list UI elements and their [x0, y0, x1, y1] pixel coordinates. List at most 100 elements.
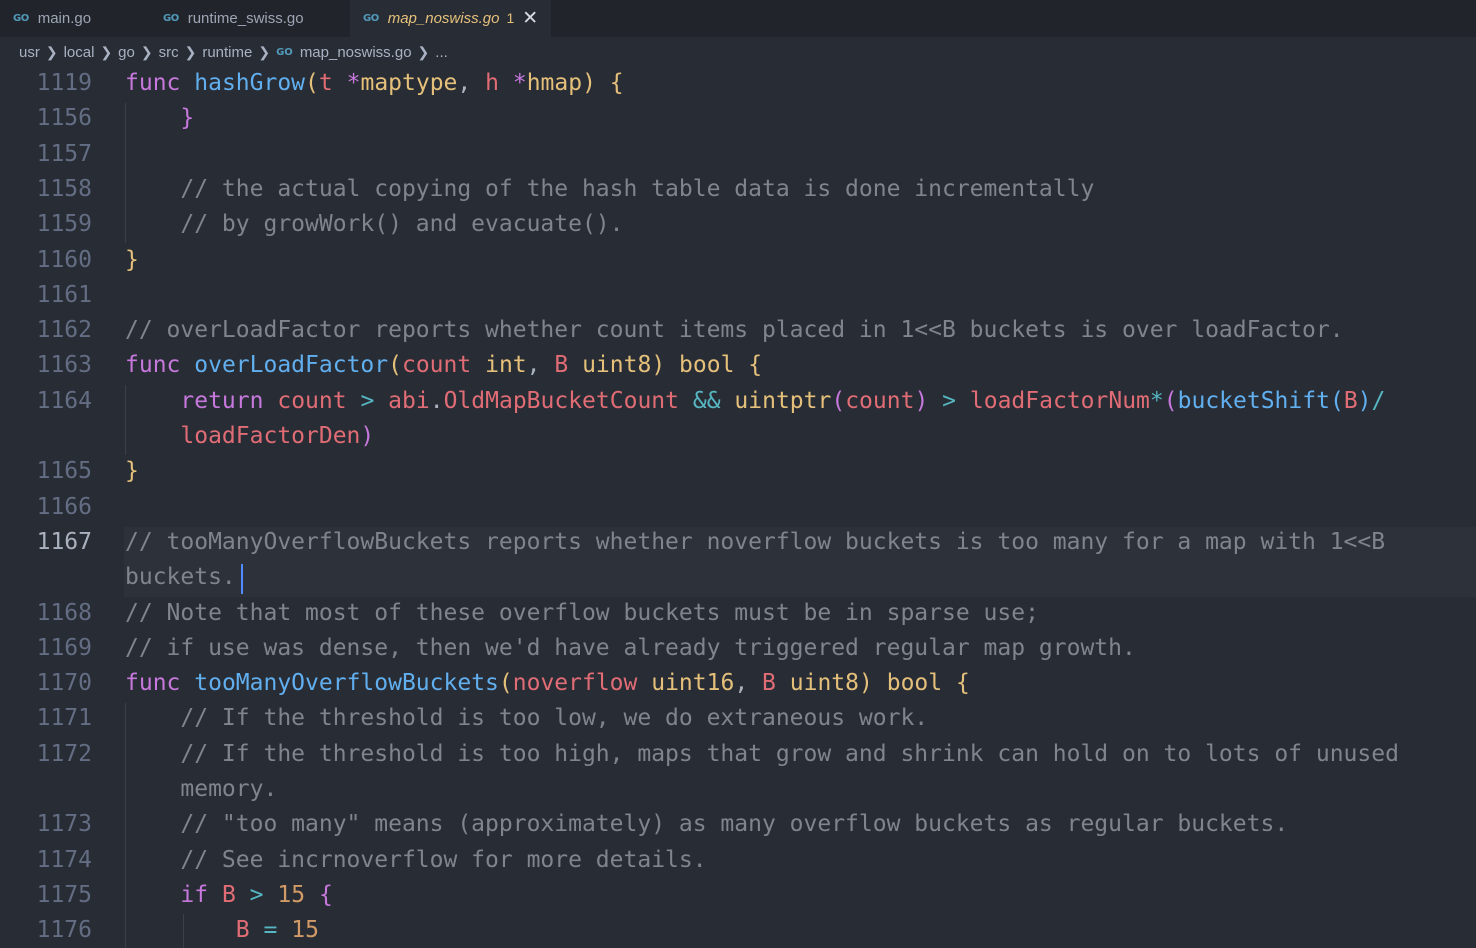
line-number: 1171	[36, 705, 92, 731]
code-line[interactable]: 1166	[0, 490, 1476, 525]
code-text: func overLoadFactor(count int, B uint8) …	[125, 348, 762, 383]
code-token: >	[360, 388, 375, 414]
code-token: >	[942, 388, 957, 414]
code-text: // by growWork() and evacuate().	[125, 207, 624, 242]
line-number: 1158	[36, 176, 92, 202]
code-text: // tooManyOverflowBuckets reports whethe…	[125, 525, 1385, 560]
code-token: *	[346, 70, 361, 96]
breadcrumb-item[interactable]: local	[64, 44, 95, 61]
breadcrumb-item[interactable]: src	[159, 44, 179, 61]
line-number: 1156	[36, 105, 92, 131]
code-line[interactable]: 1173 // "too many" means (approximately)…	[0, 807, 1476, 842]
code-line[interactable]: 1169 // if use was dense, then we'd have …	[0, 631, 1476, 666]
code-line[interactable]: 1157	[0, 137, 1476, 172]
code-line[interactable]: 1160}	[0, 243, 1476, 278]
code-line[interactable]: memory.	[0, 772, 1476, 807]
code-line[interactable]: 1170 func tooManyOverflowBuckets(noverflo…	[0, 666, 1476, 701]
line-number: 1174	[36, 847, 92, 873]
code-token: // "too many" means (approximately) as m…	[180, 811, 1289, 837]
code-line[interactable]: 1119 func hashGrow(t *maptype, h *hmap) {	[0, 66, 1476, 101]
code-token: )	[360, 423, 375, 449]
code-line[interactable]: 1158 // the actual copying of the hash t…	[0, 172, 1476, 207]
code-token: (	[1163, 388, 1178, 414]
code-token: &&	[692, 388, 721, 414]
code-token: // Note that most of these overflow buck…	[125, 600, 1039, 626]
problem-count-badge: 1	[506, 10, 515, 26]
code-token: tooManyOverflowBuckets	[194, 670, 499, 696]
breadcrumb-item[interactable]: go	[118, 44, 135, 61]
code-text: B = 15	[125, 913, 319, 948]
code-token: if	[180, 882, 209, 908]
tab-runtime-swiss-go[interactable]: GO runtime_swiss.go	[150, 0, 350, 37]
code-line[interactable]: 1175 if B > 15 {	[0, 878, 1476, 913]
code-line[interactable]: 1162 // overLoadFactor reports whether co…	[0, 313, 1476, 348]
code-token: B	[221, 882, 236, 908]
close-icon[interactable]: ✕	[522, 9, 538, 28]
tab-label: map_noswiss.go	[387, 9, 500, 27]
code-token: // by growWork() and evacuate().	[180, 211, 624, 237]
code-token: )	[1357, 388, 1372, 414]
code-line[interactable]: 1159 // by growWork() and evacuate().	[0, 207, 1476, 242]
code-editor[interactable]: 1119 func hashGrow(t *maptype, h *hmap) {…	[0, 67, 1476, 948]
code-token: uint16	[651, 670, 735, 696]
code-line[interactable]: 1172 // If the threshold is too high, ma…	[0, 737, 1476, 772]
code-token: bool	[886, 670, 943, 696]
breadcrumb-file[interactable]: map_noswiss.go	[300, 44, 412, 61]
code-line[interactable]: 1164 return count > abi.OldMapBucketCoun…	[0, 384, 1476, 419]
code-token: uint8	[789, 670, 859, 696]
code-token: bool	[679, 352, 735, 378]
chevron-right-icon: ❯	[258, 43, 271, 60]
code-token: // if use was dense, then we'd have alre…	[125, 635, 1136, 661]
code-token: )	[651, 352, 666, 378]
line-number: 1172	[36, 741, 92, 767]
line-number: 1157	[36, 141, 92, 167]
chevron-right-icon: ❯	[140, 43, 153, 60]
code-text: // If the threshold is too low, we do ex…	[125, 701, 928, 736]
code-line[interactable]: 1163 func overLoadFactor(count int, B uin…	[0, 348, 1476, 383]
breadcrumb-item[interactable]: usr	[19, 44, 40, 61]
code-line[interactable]: 1156 }	[0, 101, 1476, 136]
breadcrumb-symbol[interactable]: ...	[435, 44, 448, 61]
code-line[interactable]: 1171 // If the threshold is too low, we …	[0, 701, 1476, 736]
code-token: *	[512, 70, 527, 96]
code-text: // If the threshold is too high, maps th…	[125, 737, 1399, 772]
tab-map-noswiss-go[interactable]: GO map_noswiss.go 1 ✕	[350, 0, 551, 37]
code-line[interactable]: 1167 // tooManyOverflowBuckets reports wh…	[0, 525, 1476, 560]
code-line[interactable]: loadFactorDen)	[0, 419, 1476, 454]
code-text: // if use was dense, then we'd have alre…	[125, 631, 1136, 666]
code-token: {	[748, 352, 763, 378]
tab-main-go[interactable]: GO main.go	[0, 0, 150, 37]
go-file-icon: GO	[163, 13, 179, 24]
code-line[interactable]: 1161	[0, 278, 1476, 313]
code-line[interactable]: 1176 B = 15	[0, 913, 1476, 948]
code-line[interactable]: 1165}	[0, 454, 1476, 489]
code-token: (	[498, 670, 513, 696]
code-line[interactable]: buckets.	[0, 560, 1476, 595]
line-number: 1161	[36, 282, 92, 308]
line-number: 1164	[36, 388, 92, 414]
code-line[interactable]: 1168 // Note that most of these overflow …	[0, 596, 1476, 631]
code-token: B	[235, 917, 250, 943]
text-cursor	[241, 564, 243, 594]
breadcrumb-item[interactable]: runtime	[202, 44, 252, 61]
code-text: }	[125, 454, 139, 489]
code-token: buckets.	[125, 564, 236, 590]
code-token: 15	[277, 882, 306, 908]
code-line[interactable]: 1174 // See incrnoverflow for more detai…	[0, 843, 1476, 878]
code-text: }	[125, 243, 139, 278]
